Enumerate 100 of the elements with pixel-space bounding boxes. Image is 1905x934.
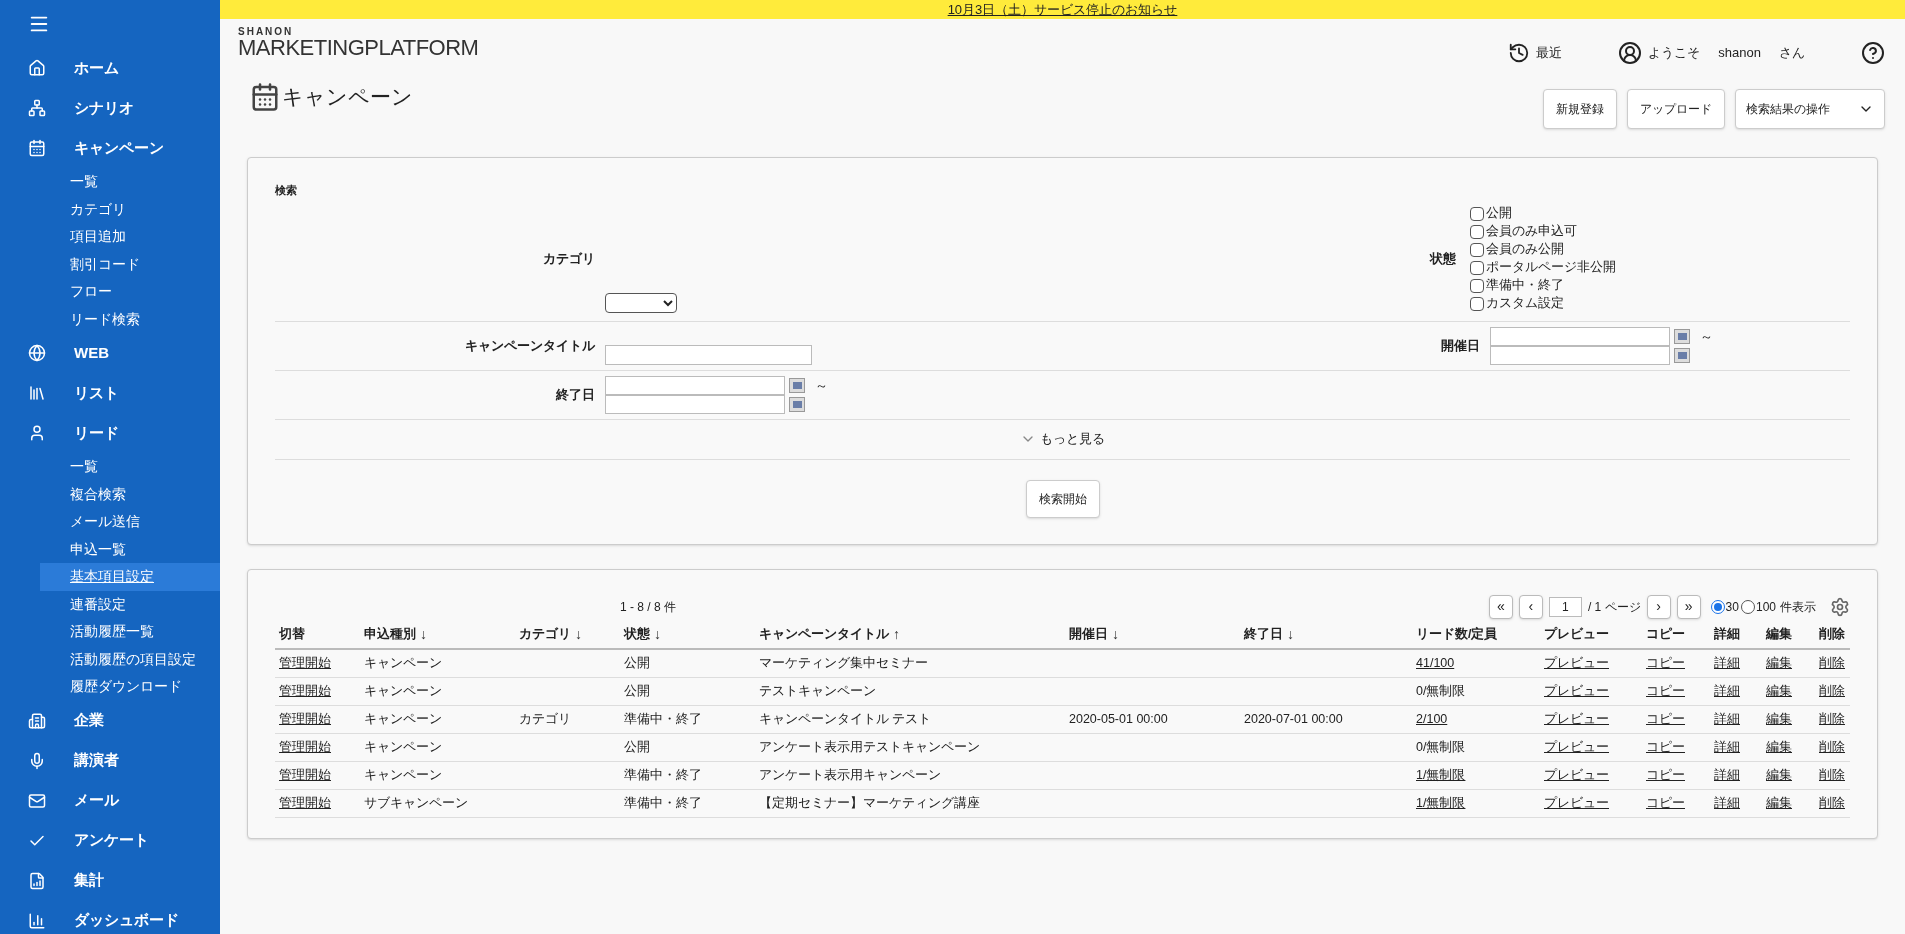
column-header[interactable]: 申込種別 [364,625,416,644]
nav-item[interactable]: ダッシュボード [74,909,179,932]
calendar-icon[interactable] [1674,328,1690,344]
previous-page-button[interactable]: ‹ [1518,594,1543,619]
nav-item[interactable]: リスト [74,381,119,405]
table-link[interactable]: 詳細 [1714,767,1740,782]
action-button[interactable]: アップロード [1627,89,1725,129]
table-link[interactable]: 削除 [1819,739,1845,754]
radio-button[interactable] [1710,599,1725,614]
checkbox[interactable] [1470,242,1484,257]
table-link[interactable]: 詳細 [1714,739,1740,754]
column-header[interactable]: プレビュー [1544,625,1609,644]
date-field[interactable] [1490,326,1670,346]
table-link[interactable]: コピー [1646,767,1685,782]
date-field[interactable] [605,375,785,395]
table-link[interactable]: 管理開始 [279,739,331,754]
table-link[interactable]: 削除 [1819,795,1845,810]
checkbox[interactable] [1470,260,1484,275]
checkbox[interactable] [1470,296,1484,311]
first-page-button[interactable]: « [1488,594,1513,619]
table-link[interactable]: 削除 [1819,655,1845,670]
table-link[interactable]: プレビュー [1544,683,1609,698]
history-icon[interactable] [1508,42,1531,64]
calendar-icon[interactable] [1674,347,1690,363]
nav-subitem[interactable]: 基本項目設定 [40,563,220,591]
notice-link[interactable]: 10月3日（土）サービス停止のお知らせ [947,0,1178,20]
page-field[interactable]: 1 [1548,596,1582,617]
next-page-button[interactable]: › [1646,594,1671,619]
nav-subitem[interactable]: 一覧 [40,168,220,196]
nav-subitem[interactable]: 連番設定 [40,590,220,618]
nav-subitem[interactable]: 申込一覧 [40,535,220,563]
table-link[interactable]: 管理開始 [279,655,331,670]
table-link[interactable]: コピー [1646,655,1685,670]
table-link[interactable]: 削除 [1819,767,1845,782]
sort-arrow[interactable]: ↓ [654,624,661,645]
table-link[interactable]: 41/100 [1416,655,1455,670]
column-header[interactable]: キャンペーンタイトル [759,625,889,644]
calendar-icon[interactable] [789,396,805,412]
column-header[interactable]: 詳細 [1714,625,1740,644]
column-header[interactable]: 終了日 [1244,625,1283,644]
checkbox[interactable] [1470,278,1484,293]
table-link[interactable]: 編集 [1766,767,1792,782]
column-header[interactable]: 切替 [279,625,305,644]
sort-arrow[interactable]: ↑ [893,624,900,645]
title-field[interactable] [605,344,812,365]
nav-item[interactable]: 企業 [74,709,104,732]
sort-arrow[interactable]: ↓ [575,624,582,645]
nav-subitem[interactable]: 活動履歴一覧 [40,618,220,646]
nav-subitem[interactable]: フロー [40,278,220,306]
column-header[interactable]: 削除 [1819,625,1845,644]
category-select[interactable] [605,292,677,313]
table-link[interactable]: プレビュー [1544,655,1609,670]
table-link[interactable]: 削除 [1819,711,1845,726]
table-link[interactable]: 1/無制限 [1416,767,1466,782]
nav-subitem[interactable]: カテゴリ [40,195,220,223]
last-page-button[interactable]: » [1676,594,1701,619]
table-link[interactable]: 詳細 [1714,711,1740,726]
nav-subitem[interactable]: 活動履歴の項目設定 [40,645,220,673]
checkbox[interactable] [1470,224,1484,239]
settings-icon[interactable] [1830,596,1850,617]
column-header[interactable]: カテゴリ [519,625,571,644]
sort-arrow[interactable]: ↓ [420,624,427,645]
table-link[interactable]: 削除 [1819,683,1845,698]
sort-arrow[interactable]: ↓ [1287,624,1294,645]
nav-item[interactable]: WEB [74,341,109,365]
recent-link[interactable]: 最近 [1536,43,1563,63]
column-header[interactable]: コピー [1646,625,1685,644]
sort-arrow[interactable]: ↓ [1112,624,1119,645]
table-link[interactable]: 管理開始 [279,683,331,698]
column-header[interactable]: 編集 [1766,625,1792,644]
radio-button[interactable] [1740,599,1755,614]
column-header[interactable]: リード数/定員 [1416,625,1498,644]
table-link[interactable]: 2/100 [1416,711,1448,726]
nav-item[interactable]: キャンペーン [74,136,164,160]
table-link[interactable]: 1/無制限 [1416,795,1466,810]
show-more-button[interactable]: もっと見る [1020,429,1105,449]
table-link[interactable]: 詳細 [1714,795,1740,810]
table-link[interactable]: コピー [1646,683,1685,698]
checkbox[interactable] [1470,206,1484,221]
nav-subitem[interactable]: メール送信 [40,508,220,536]
help-icon[interactable] [1861,41,1885,65]
table-link[interactable]: 管理開始 [279,711,331,726]
table-link[interactable]: コピー [1646,795,1685,810]
table-link[interactable]: 編集 [1766,655,1792,670]
table-link[interactable]: 詳細 [1714,683,1740,698]
table-link[interactable]: 管理開始 [279,767,331,782]
nav-subitem[interactable]: 割引コード [40,250,220,278]
results-actions-dropdown[interactable]: 検索結果の操作 [1735,89,1885,129]
table-link[interactable]: 編集 [1766,795,1792,810]
action-button[interactable]: 新規登録 [1543,89,1617,129]
nav-item[interactable]: アンケート [74,829,149,852]
table-link[interactable]: 管理開始 [279,795,331,810]
table-link[interactable]: プレビュー [1544,711,1609,726]
column-header[interactable]: 開催日 [1069,625,1108,644]
nav-subitem[interactable]: 一覧 [40,453,220,481]
table-link[interactable]: 詳細 [1714,655,1740,670]
table-link[interactable]: プレビュー [1544,739,1609,754]
column-header[interactable]: 状態 [624,625,650,644]
nav-item[interactable]: シナリオ [74,96,134,120]
nav-subitem[interactable]: 複合検索 [40,480,220,508]
